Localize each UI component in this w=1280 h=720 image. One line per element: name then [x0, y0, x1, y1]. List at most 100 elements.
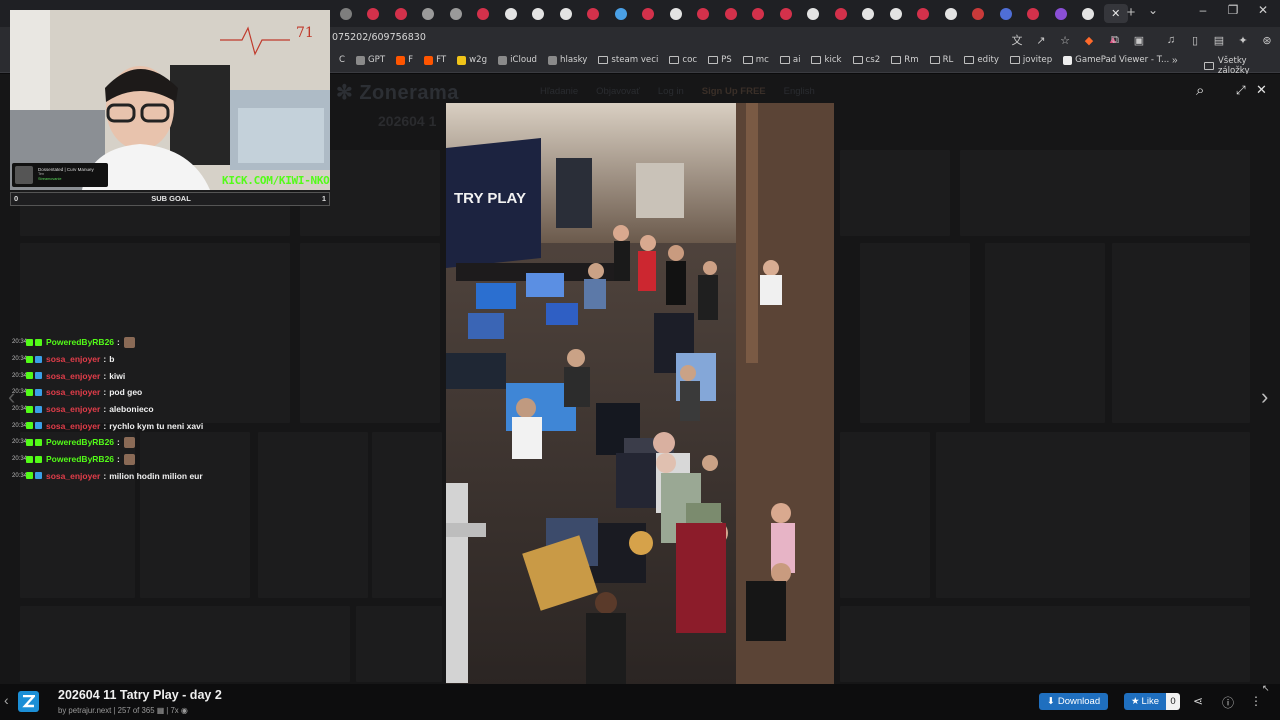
brave-shield-icon[interactable]: ◆ — [1078, 31, 1100, 49]
album-thumbnail[interactable] — [960, 150, 1250, 236]
site-nav-discover[interactable]: Objavovať — [596, 86, 640, 97]
browser-tab[interactable] — [362, 4, 386, 23]
site-nav-login[interactable]: Log in — [658, 86, 684, 97]
screenshot-icon[interactable]: ▣ — [1128, 31, 1150, 49]
album-thumbnail[interactable] — [20, 606, 350, 682]
chat-username[interactable]: sosa_enjoyer — [46, 387, 100, 397]
browser-tab[interactable] — [444, 4, 468, 23]
site-nav-search[interactable]: Hľadanie — [540, 86, 578, 97]
album-thumbnail[interactable] — [936, 432, 1250, 598]
browser-tab[interactable] — [994, 4, 1018, 23]
translate-icon[interactable]: 文 — [1006, 31, 1028, 49]
album-thumbnail[interactable] — [985, 243, 1105, 423]
bookmark-item[interactable]: mc — [742, 55, 769, 65]
album-thumbnail[interactable] — [860, 243, 970, 423]
browser-tab[interactable] — [774, 4, 798, 23]
photo-author[interactable]: by petrajur.next — [58, 706, 111, 715]
bookmark-item[interactable]: steam veci — [598, 55, 658, 65]
like-button[interactable]: ★ Like — [1124, 693, 1166, 710]
browser-tab[interactable] — [334, 4, 358, 23]
bookmark-item[interactable]: w2g — [457, 55, 487, 65]
album-thumbnail[interactable] — [840, 432, 930, 598]
album-thumbnail[interactable] — [840, 606, 1250, 682]
bookmark-item[interactable]: GPT — [356, 55, 385, 65]
share-icon[interactable]: ↗ — [1030, 31, 1052, 49]
browser-tab[interactable] — [582, 4, 606, 23]
bookmark-item[interactable]: RL — [929, 55, 953, 65]
back-arrow-icon[interactable]: ‹ — [4, 692, 9, 708]
minimize-button[interactable]: – — [1192, 3, 1214, 17]
share-icon[interactable]: ⋖ — [1193, 694, 1203, 708]
chat-username[interactable]: sosa_enjoyer — [46, 471, 100, 481]
browser-tab[interactable] — [637, 4, 661, 23]
maximize-button[interactable]: ❐ — [1222, 3, 1244, 17]
sidebar-icon[interactable]: ▯ — [1184, 31, 1206, 49]
bookmark-item[interactable]: jovitep — [1009, 55, 1052, 65]
browser-tab[interactable] — [912, 4, 936, 23]
browser-tab[interactable] — [417, 4, 441, 23]
browser-tab[interactable] — [1049, 4, 1073, 23]
fullscreen-icon[interactable]: ⤢ — [1236, 83, 1246, 98]
bookmark-item[interactable]: ai — [779, 55, 800, 65]
bookmarks-overflow-button[interactable]: » — [1172, 55, 1178, 66]
bookmark-item[interactable]: F — [396, 55, 413, 65]
album-thumbnail[interactable] — [372, 432, 442, 598]
album-thumbnail[interactable] — [300, 243, 440, 423]
close-window-button[interactable]: ✕ — [1252, 3, 1274, 17]
bookmark-item[interactable]: coc — [669, 55, 697, 65]
chat-username[interactable]: sosa_enjoyer — [46, 404, 100, 414]
wallet-icon[interactable]: ▤ — [1208, 31, 1230, 49]
album-thumbnail[interactable] — [840, 150, 950, 236]
browser-tab[interactable] — [802, 4, 826, 23]
chat-username[interactable]: sosa_enjoyer — [46, 371, 100, 381]
zoom-icon[interactable]: ⌕ — [1196, 82, 1204, 99]
bookmark-item[interactable]: edity — [964, 55, 999, 65]
browser-tab[interactable] — [1022, 4, 1046, 23]
all-bookmarks-button[interactable]: Všetky záložky — [1204, 56, 1280, 76]
browser-tab[interactable] — [857, 4, 881, 23]
bookmark-star-icon[interactable]: ☆ — [1054, 31, 1076, 49]
album-thumbnail[interactable] — [356, 606, 442, 682]
browser-tab[interactable] — [554, 4, 578, 23]
close-icon[interactable]: ✕ — [1256, 82, 1267, 98]
browser-tab[interactable] — [1077, 4, 1101, 23]
zonerama-logo-icon[interactable] — [18, 691, 39, 712]
browser-tab[interactable] — [527, 4, 551, 23]
chat-username[interactable]: sosa_enjoyer — [46, 354, 100, 364]
site-nav-language[interactable]: English — [784, 86, 815, 97]
bookmark-item[interactable]: GamePad Viewer - T... — [1063, 55, 1169, 65]
bookmark-item[interactable]: C — [336, 55, 345, 65]
bookmark-item[interactable]: kick — [811, 55, 842, 65]
bookmark-item[interactable]: cs2 — [852, 55, 880, 65]
browser-tab[interactable] — [829, 4, 853, 23]
more-options-icon[interactable]: ⋮ — [1250, 694, 1262, 708]
bookmark-item[interactable]: iCloud — [498, 55, 537, 65]
bookmark-item[interactable]: PS — [708, 55, 732, 65]
chat-username[interactable]: PoweredByRB26 — [46, 337, 114, 347]
new-tab-button[interactable]: + — [1122, 4, 1140, 21]
leo-icon[interactable]: ✦ — [1232, 31, 1254, 49]
browser-tab[interactable] — [664, 4, 688, 23]
bookmark-item[interactable]: FT — [424, 55, 446, 65]
extensions-icon[interactable]: ⧉ — [1104, 31, 1126, 49]
chat-username[interactable]: PoweredByRB26 — [46, 437, 114, 447]
chat-username[interactable]: PoweredByRB26 — [46, 454, 114, 464]
browser-tab[interactable] — [692, 4, 716, 23]
album-thumbnail[interactable] — [258, 432, 368, 598]
bookmark-item[interactable]: hlasky — [548, 55, 587, 65]
tab-search-icon[interactable]: ⌄ — [1142, 3, 1164, 17]
browser-tab[interactable] — [719, 4, 743, 23]
browser-tab[interactable] — [884, 4, 908, 23]
browser-tab[interactable] — [747, 4, 771, 23]
browser-tab[interactable] — [939, 4, 963, 23]
browser-tab[interactable] — [389, 4, 413, 23]
browser-tab[interactable] — [499, 4, 523, 23]
vpn-icon[interactable]: ⊛ — [1256, 31, 1278, 49]
site-nav-signup[interactable]: Sign Up FREE — [702, 86, 766, 97]
download-button[interactable]: ⬇ Download — [1039, 693, 1108, 710]
browser-tab[interactable] — [609, 4, 633, 23]
chat-username[interactable]: sosa_enjoyer — [46, 421, 100, 431]
bookmark-item[interactable]: Rm — [891, 55, 919, 65]
url-text[interactable]: 075202/609756830 — [332, 32, 426, 43]
browser-tab[interactable] — [472, 4, 496, 23]
